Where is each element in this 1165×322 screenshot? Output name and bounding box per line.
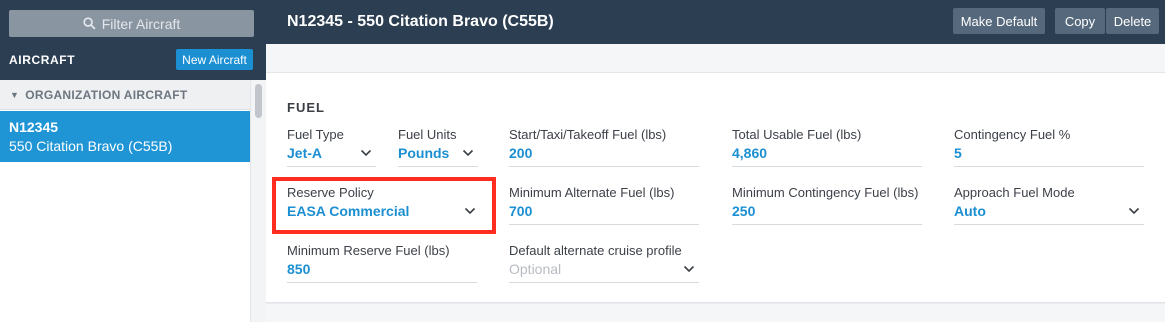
approach-fuel-mode-select[interactable]: Approach Fuel Mode Auto [954,185,1144,225]
contingency-fuel-pct-value: 5 [954,145,962,161]
aircraft-registration: N12345 [9,119,59,135]
approach-fuel-mode-value: Auto [954,203,986,219]
chevron-down-icon [462,149,474,157]
minimum-contingency-fuel-label: Minimum Contingency Fuel (lbs) [732,185,919,200]
chevron-down-icon [683,265,695,273]
alternate-cruise-profile-label: Default alternate cruise profile [509,243,682,258]
total-usable-fuel-value: 4,860 [732,145,768,161]
fuel-units-label: Fuel Units [398,127,457,142]
fuel-type-label: Fuel Type [287,127,344,142]
minimum-reserve-fuel-field[interactable]: Minimum Reserve Fuel (lbs) 850 [287,243,477,283]
fuel-type-value: Jet-A [287,145,323,161]
minimum-reserve-fuel-value: 850 [287,261,311,277]
reserve-policy-highlight-box [272,177,496,234]
fuel-section-title: FUEL [287,100,325,115]
aircraft-sidebar: Filter Aircraft AIRCRAFT New Aircraft ▼ … [0,0,266,322]
start-taxi-takeoff-fuel-label: Start/Taxi/Takeoff Fuel (lbs) [509,127,667,142]
total-usable-fuel-label: Total Usable Fuel (lbs) [732,127,862,142]
contingency-fuel-pct-label: Contingency Fuel % [954,127,1071,142]
sidebar-scrollbar-thumb[interactable] [255,84,262,118]
minimum-contingency-fuel-value: 250 [732,203,756,219]
minimum-alternate-fuel-value: 700 [509,203,533,219]
contingency-fuel-pct-field[interactable]: Contingency Fuel % 5 [954,127,1144,167]
minimum-reserve-fuel-label: Minimum Reserve Fuel (lbs) [287,243,450,258]
fuel-type-select[interactable]: Fuel Type Jet-A [287,127,376,167]
organization-aircraft-group[interactable]: ▼ ORGANIZATION AIRCRAFT [0,80,250,110]
group-label: ORGANIZATION AIRCRAFT [25,87,188,102]
fuel-card: FUEL Fuel Type Jet-A Fuel Units Pounds S… [266,73,1165,303]
total-usable-fuel-field[interactable]: Total Usable Fuel (lbs) 4,860 [732,127,922,167]
alternate-cruise-profile-placeholder: Optional [509,261,562,277]
filter-aircraft-input[interactable]: Filter Aircraft [9,10,254,37]
make-default-button[interactable]: Make Default [953,8,1045,34]
minimum-alternate-fuel-field[interactable]: Minimum Alternate Fuel (lbs) 700 [509,185,699,225]
alternate-cruise-profile-select[interactable]: Default alternate cruise profile Optiona… [509,243,699,283]
copy-button[interactable]: Copy [1055,8,1105,34]
aircraft-list-item[interactable]: N12345 550 Citation Bravo (C55B) [0,111,250,162]
sidebar-scrollbar[interactable] [250,80,266,322]
start-taxi-takeoff-fuel-field[interactable]: Start/Taxi/Takeoff Fuel (lbs) 200 [509,127,699,167]
fuel-units-value: Pounds [398,145,450,161]
search-icon [83,17,96,30]
sidebar-header: Filter Aircraft AIRCRAFT New Aircraft [0,0,266,80]
content-bottom-strip [266,304,1165,322]
minimum-alternate-fuel-label: Minimum Alternate Fuel (lbs) [509,185,675,200]
minimum-contingency-fuel-field[interactable]: Minimum Contingency Fuel (lbs) 250 [732,185,922,225]
fuel-units-select[interactable]: Fuel Units Pounds [398,127,478,167]
page-header: N12345 - 550 Citation Bravo (C55B) Make … [266,0,1165,44]
filter-placeholder: Filter Aircraft [101,15,181,32]
start-taxi-takeoff-fuel-value: 200 [509,145,533,161]
page-title: N12345 - 550 Citation Bravo (C55B) [287,13,554,30]
delete-button[interactable]: Delete [1106,8,1159,34]
collapse-triangle-icon: ▼ [10,89,20,100]
new-aircraft-button[interactable]: New Aircraft [176,49,253,70]
aircraft-heading: AIRCRAFT [9,53,76,67]
chevron-down-icon [360,149,372,157]
content-top-strip [266,44,1165,73]
approach-fuel-mode-label: Approach Fuel Mode [954,185,1075,200]
aircraft-model: 550 Citation Bravo (C55B) [9,138,173,154]
chevron-down-icon [1128,207,1140,215]
